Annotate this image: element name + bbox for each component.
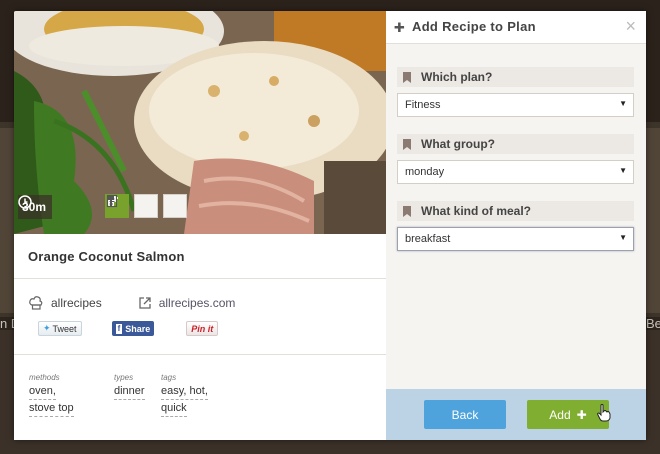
plus-icon: ✚ — [394, 20, 405, 35]
tag-item[interactable]: easy, hot, — [161, 384, 208, 400]
bookmark-icon — [403, 71, 411, 83]
pinterest-label: Pin it — [191, 323, 214, 334]
recipe-title: Orange Coconut Salmon — [28, 249, 185, 264]
recipe-photo: 30m — [14, 11, 386, 234]
meal-kind-label: What kind of meal? — [397, 201, 634, 221]
add-recipe-modal: 30m Orange Coconut Salmon allrecipes all… — [14, 11, 646, 440]
divider — [14, 354, 386, 355]
question-text: What kind of meal? — [421, 204, 532, 218]
facebook-share-button[interactable]: f Share — [111, 321, 155, 336]
share-buttons: ✦ Tweet f Share Pin it — [38, 321, 219, 336]
plus-icon: ✚ — [576, 407, 587, 422]
hand-cursor-icon — [597, 404, 611, 422]
types-label: types — [114, 373, 134, 382]
panel-header: ✚ Add Recipe to Plan × — [386, 11, 646, 44]
add-label: Add — [549, 407, 571, 422]
clock-icon — [18, 195, 32, 209]
facebook-icon: f — [115, 323, 123, 334]
facebook-label: Share — [125, 323, 151, 334]
tag-item[interactable]: quick — [161, 401, 187, 417]
dropdown-arrow-icon: ▼ — [619, 233, 627, 242]
type-tag[interactable]: dinner — [114, 384, 145, 400]
recipe-actions — [105, 194, 187, 218]
tweet-button[interactable]: ✦ Tweet — [38, 321, 82, 336]
group-select[interactable]: monday ▼ — [397, 160, 634, 184]
method-tag[interactable]: stove top — [29, 401, 74, 417]
question-text: What group? — [421, 137, 495, 151]
recipe-card-icon — [106, 194, 118, 208]
source-link-text: allrecipes.com — [158, 296, 236, 310]
method-tag[interactable]: oven, — [29, 384, 56, 400]
dropdown-arrow-icon: ▼ — [619, 166, 627, 175]
cook-time-badge: 30m — [18, 195, 53, 219]
recipe-card-button[interactable] — [106, 194, 187, 218]
source-name: allrecipes — [51, 296, 102, 310]
types-block: types dinner — [114, 373, 145, 401]
back-label: Back — [451, 407, 479, 422]
bookmark-icon — [403, 205, 411, 217]
what-group-label: What group? — [397, 134, 634, 154]
close-icon[interactable]: × — [625, 16, 636, 37]
recipe-title-row: Orange Coconut Salmon — [14, 234, 386, 279]
pinterest-button[interactable]: Pin it — [186, 321, 219, 336]
panel-footer: Back Add ✚ — [386, 389, 646, 440]
tags-label: tags — [161, 373, 177, 382]
source-link[interactable]: allrecipes.com — [138, 296, 236, 310]
tweet-label: Tweet — [52, 323, 77, 334]
methods-label: methods — [29, 373, 60, 382]
panel-title: Add Recipe to Plan — [412, 19, 536, 34]
plan-select[interactable]: Fitness ▼ — [397, 93, 634, 117]
twitter-icon: ✦ — [43, 323, 51, 333]
back-button[interactable]: Back — [424, 400, 506, 429]
group-select-value: monday — [405, 166, 445, 178]
meal-select-value: breakfast — [405, 233, 451, 245]
dropdown-arrow-icon: ▼ — [619, 99, 627, 108]
which-plan-label: Which plan? — [397, 67, 634, 87]
plan-panel: ✚ Add Recipe to Plan × Which plan? Fitne… — [386, 11, 646, 440]
chef-hat-icon — [29, 296, 43, 310]
source-author[interactable]: allrecipes — [28, 295, 102, 311]
question-text: Which plan? — [421, 70, 493, 84]
bookmark-icon — [403, 138, 411, 150]
external-link-icon — [139, 297, 151, 309]
meal-select[interactable]: breakfast ▼ — [397, 227, 634, 251]
backdrop-text: Be — [646, 316, 660, 331]
tags-block: tags easy, hot, quick — [161, 373, 208, 418]
recipe-source: allrecipes allrecipes.com — [28, 295, 235, 311]
tools-button[interactable] — [107, 194, 158, 218]
methods-block: methods oven, stove top — [29, 373, 74, 418]
plan-select-value: Fitness — [405, 99, 441, 111]
recipe-card: 30m Orange Coconut Salmon allrecipes all… — [14, 11, 386, 440]
